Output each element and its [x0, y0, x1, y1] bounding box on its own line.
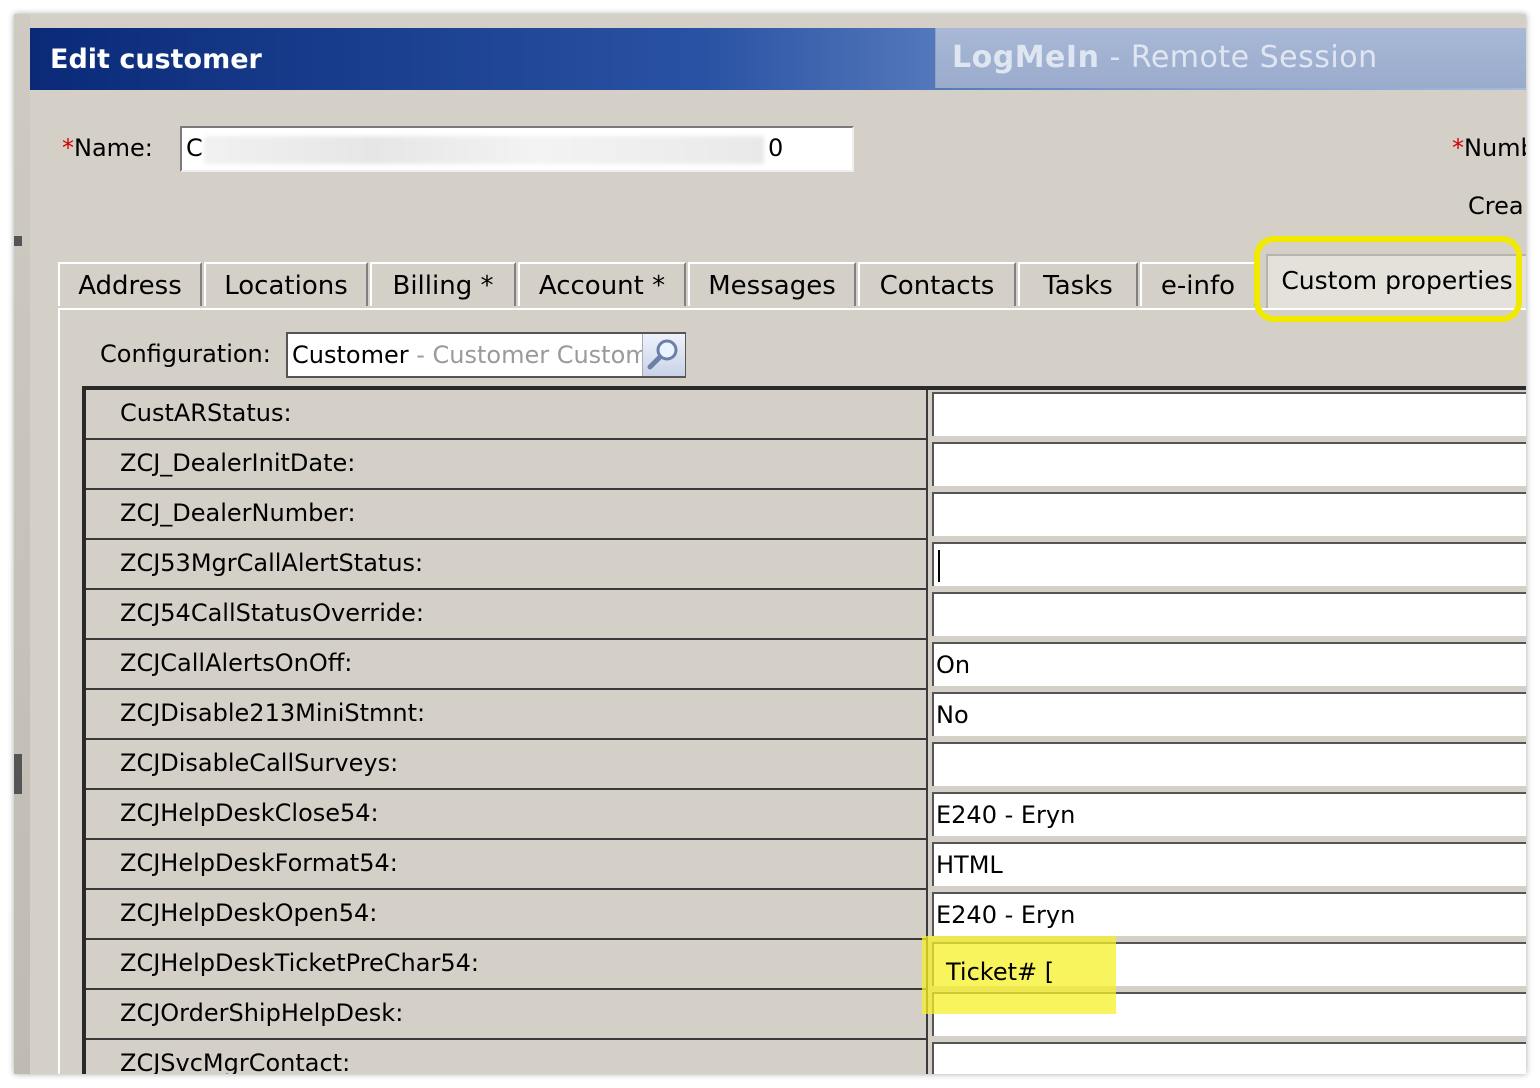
- property-name: CustARStatus:: [86, 390, 928, 440]
- property-name: ZCJ_DealerNumber:: [86, 490, 928, 540]
- table-row: ZCJOrderShipHelpDesk:: [86, 990, 1526, 1040]
- ticket-prefix-value: Ticket# [: [946, 958, 1055, 986]
- name-field[interactable]: C 0: [180, 126, 854, 172]
- property-name: ZCJDisableCallSurveys:: [86, 740, 928, 790]
- property-value-field-focused[interactable]: [932, 542, 1526, 586]
- property-value-field[interactable]: HTML: [932, 842, 1526, 886]
- redacted-blur: [204, 136, 764, 164]
- tab-tasks[interactable]: Tasks: [1018, 262, 1138, 306]
- table-row: ZCJ_DealerInitDate:: [86, 440, 1526, 490]
- property-name: ZCJCallAlertsOnOff:: [86, 640, 928, 690]
- table-row: ZCJ54CallStatusOverride:: [86, 590, 1526, 640]
- property-value-field[interactable]: No: [932, 692, 1526, 736]
- configuration-label: Configuration:: [100, 340, 271, 368]
- screenshot-frame: Edit customer LogMeIn - Remote Session *…: [14, 14, 1526, 1074]
- table-row: ZCJ53MgrCallAlertStatus:: [86, 540, 1526, 590]
- property-value-field[interactable]: [932, 742, 1526, 786]
- property-name: ZCJOrderShipHelpDesk:: [86, 990, 928, 1040]
- property-name: ZCJ54CallStatusOverride:: [86, 590, 928, 640]
- property-name: ZCJDisable213MiniStmnt:: [86, 690, 928, 740]
- table-row: ZCJSvcMgrContact:: [86, 1040, 1526, 1074]
- property-value-field[interactable]: E240 - Eryn: [932, 892, 1526, 936]
- magnifier-icon[interactable]: [642, 334, 685, 376]
- tab-messages[interactable]: Messages: [688, 262, 856, 306]
- table-row: CustARStatus:: [86, 390, 1526, 440]
- table-row: ZCJHelpDeskOpen54: E240 - Eryn: [86, 890, 1526, 940]
- table-row: ZCJHelpDeskFormat54: HTML: [86, 840, 1526, 890]
- properties-grid: CustARStatus: ZCJ_DealerInitDate: ZCJ_De…: [82, 386, 1526, 1074]
- configuration-field[interactable]: Customer - Customer Custom: [286, 332, 686, 378]
- logmein-brand-label: LogMeIn - Remote Session: [952, 40, 1378, 75]
- property-name: ZCJHelpDeskFormat54:: [86, 840, 928, 890]
- background-window-strip: [14, 14, 30, 1074]
- name-label: *Name:: [62, 134, 153, 162]
- property-value-field[interactable]: On: [932, 642, 1526, 686]
- tab-locations[interactable]: Locations: [204, 262, 368, 306]
- property-name: ZCJSvcMgrContact:: [86, 1040, 928, 1074]
- tab-contacts[interactable]: Contacts: [858, 262, 1016, 306]
- window-title: Edit customer: [50, 44, 262, 75]
- property-value-field[interactable]: [932, 1042, 1526, 1074]
- property-name: ZCJ_DealerInitDate:: [86, 440, 928, 490]
- table-row: ZCJCallAlertsOnOff: On: [86, 640, 1526, 690]
- logmein-overlay: LogMeIn - Remote Session: [935, 28, 1526, 88]
- table-row: ZCJHelpDeskTicketPreChar54:: [86, 940, 1526, 990]
- tab-account[interactable]: Account *: [518, 262, 686, 306]
- text-caret: [938, 550, 940, 582]
- property-value-field[interactable]: [932, 592, 1526, 636]
- tab-e-info[interactable]: e-info: [1140, 262, 1256, 306]
- number-label: *Numb: [1452, 134, 1526, 162]
- table-row: ZCJ_DealerNumber:: [86, 490, 1526, 540]
- property-name: ZCJHelpDeskOpen54:: [86, 890, 928, 940]
- title-bar: Edit customer LogMeIn - Remote Session: [30, 28, 1526, 90]
- property-name: ZCJHelpDeskClose54:: [86, 790, 928, 840]
- created-label: Crea: [1468, 192, 1524, 220]
- table-row: ZCJDisable213MiniStmnt: No: [86, 690, 1526, 740]
- tab-billing[interactable]: Billing *: [370, 262, 516, 306]
- table-row: ZCJHelpDeskClose54: E240 - Eryn: [86, 790, 1526, 840]
- tab-highlight-annotation: [1254, 236, 1522, 322]
- property-value-field[interactable]: [932, 442, 1526, 486]
- table-row: ZCJDisableCallSurveys:: [86, 740, 1526, 790]
- property-name: ZCJHelpDeskTicketPreChar54:: [86, 940, 928, 990]
- property-name: ZCJ53MgrCallAlertStatus:: [86, 540, 928, 590]
- property-value-field[interactable]: E240 - Eryn: [932, 792, 1526, 836]
- property-value-field[interactable]: [932, 492, 1526, 536]
- tab-address[interactable]: Address: [58, 262, 202, 306]
- property-value-field[interactable]: [932, 392, 1526, 436]
